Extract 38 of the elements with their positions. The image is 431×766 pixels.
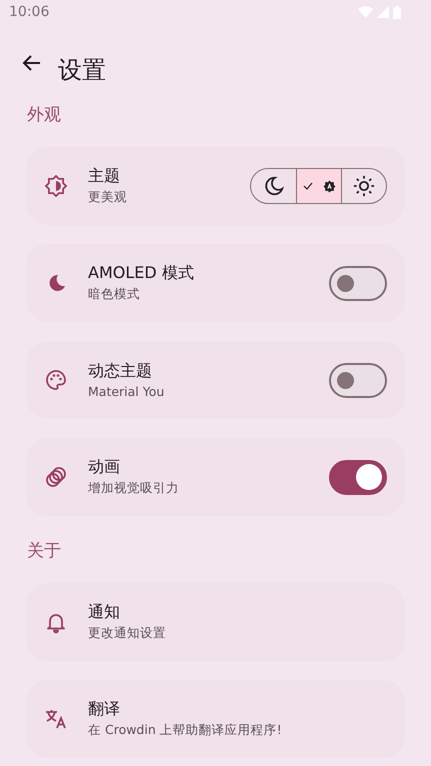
brightness-icon <box>44 174 68 198</box>
back-arrow-icon[interactable] <box>22 53 42 73</box>
section-header: 关于 <box>26 540 62 562</box>
palette-icon <box>44 368 68 392</box>
setting-title: AMOLED 模式 <box>88 263 195 284</box>
wifi-icon <box>358 6 373 18</box>
setting-title: 通知 <box>88 602 121 623</box>
toggle-switch[interactable] <box>329 460 387 494</box>
settings-card[interactable]: 主题 更美观 <box>26 147 405 225</box>
settings-card[interactable]: 通知 更改通知设置 <box>26 583 405 661</box>
page-title: 设置 <box>58 55 106 86</box>
theme-option[interactable] <box>296 169 341 203</box>
sun-icon <box>353 175 375 197</box>
setting-title: 翻译 <box>88 699 121 720</box>
setting-subtitle: 更改通知设置 <box>88 625 167 642</box>
toggle-switch[interactable] <box>329 266 387 300</box>
battery-icon <box>393 6 401 18</box>
auto-brightness-icon <box>322 180 336 192</box>
settings-card[interactable]: 动态主题 Material You <box>26 341 405 419</box>
rings-icon <box>44 465 68 489</box>
settings-card[interactable]: AMOLED 模式 暗色模式 <box>26 244 405 322</box>
setting-subtitle: 增加视觉吸引力 <box>88 480 180 497</box>
setting-subtitle: 更美观 <box>88 189 128 206</box>
setting-subtitle: 暗色模式 <box>88 286 141 303</box>
status-time: 10:06 <box>9 4 50 20</box>
section-header: 外观 <box>26 104 62 126</box>
toggle-switch[interactable] <box>329 362 387 398</box>
settings-card[interactable]: 动画 增加视觉吸引力 <box>26 438 405 516</box>
signal-icon <box>377 6 389 18</box>
translate-icon <box>44 707 68 731</box>
settings-card[interactable]: 翻译 在 Crowdin 上帮助翻译应用程序! <box>26 680 405 758</box>
check-icon <box>302 181 312 191</box>
moon-icon <box>262 175 284 197</box>
setting-subtitle: 在 Crowdin 上帮助翻译应用程序! <box>88 722 283 739</box>
setting-subtitle: Material You <box>88 384 166 399</box>
setting-title: 动态主题 <box>88 361 153 382</box>
setting-title: 主题 <box>88 166 121 187</box>
setting-title: 动画 <box>88 457 121 478</box>
